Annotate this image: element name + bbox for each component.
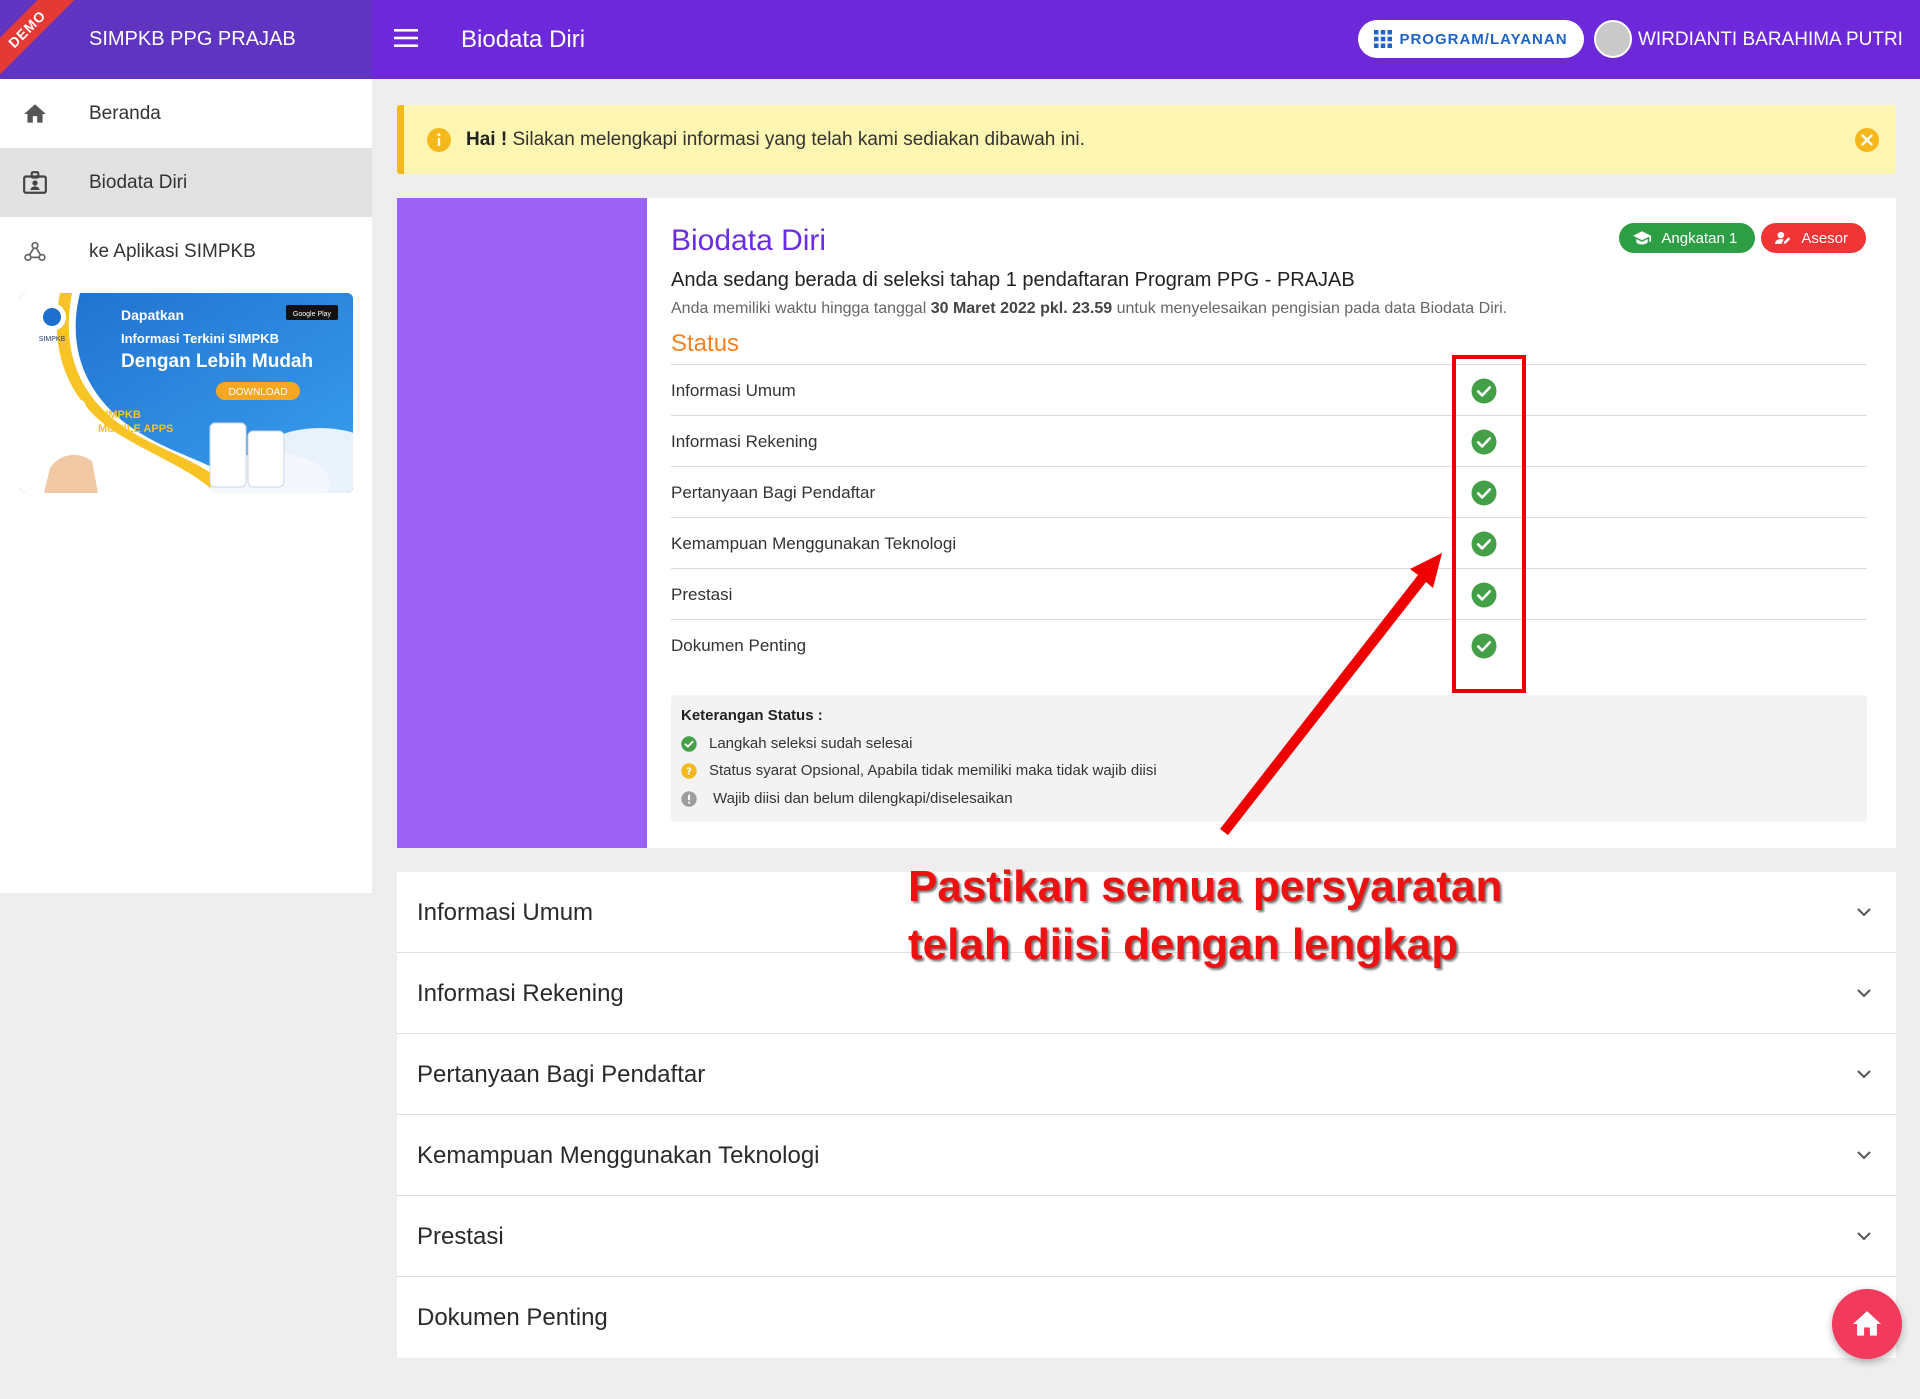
accordion-kemampuan-teknologi[interactable]: Kemampuan Menggunakan Teknologi	[397, 1115, 1896, 1196]
status-item-name: Informasi Umum	[671, 381, 796, 400]
brand-header: DEMO SIMPKB PPG PRAJAB	[0, 0, 372, 79]
accordion-label: Kemampuan Menggunakan Teknologi	[417, 1142, 820, 1169]
badge-group: Angkatan 1 Asesor	[1619, 223, 1866, 253]
accordion-label: Dokumen Penting	[417, 1304, 608, 1331]
status-heading: Status	[671, 330, 740, 357]
webhook-icon	[24, 241, 46, 262]
page-title: Biodata Diri	[461, 26, 586, 53]
annotation-line1: Pastikan semua persyaratan	[908, 862, 1503, 911]
angkatan-badge: Angkatan 1	[1619, 223, 1756, 253]
card-title: Biodata Diri	[671, 224, 827, 257]
check-circle-icon	[681, 735, 697, 752]
program-layanan-button[interactable]: PROGRAM/LAYANAN	[1358, 20, 1584, 58]
sidebar: DEMO SIMPKB PPG PRAJAB Beranda Biodata D…	[0, 0, 372, 893]
legend-title: Keterangan Status :	[681, 707, 823, 724]
asesor-label: Asesor	[1801, 229, 1848, 247]
accordion-prestasi[interactable]: Prestasi	[397, 1196, 1896, 1277]
id-badge-icon	[23, 171, 47, 194]
status-row-informasi-rekening: Informasi Rekening	[671, 416, 1867, 467]
alert-greeting: Hai !	[466, 129, 508, 150]
sidebar-item-label: Biodata Diri	[89, 171, 188, 193]
promo-line1: Dapatkan	[121, 307, 184, 323]
sidebar-item-aplikasi-simpkb[interactable]: ke Aplikasi SIMPKB	[0, 217, 372, 286]
asesor-badge: Asesor	[1761, 223, 1866, 253]
status-item-name: Prestasi	[671, 585, 733, 604]
annotation-caption: Pastikan semua persyaratan telah diisi d…	[908, 858, 1502, 974]
user-edit-icon	[1775, 231, 1791, 244]
deadline-suffix: untuk menyelesaikan pengisian pada data …	[1112, 300, 1508, 317]
promo-apps-line2: MOBILE APPS	[98, 423, 173, 435]
exclamation-circle-icon	[681, 790, 697, 807]
status-row-informasi-umum: Informasi Umum	[671, 365, 1867, 416]
promo-store-text: Google Play	[293, 311, 332, 318]
apps-grid-icon	[1374, 30, 1393, 48]
status-row-dokumen-penting: Dokumen Penting	[671, 620, 1867, 671]
legend-row-done: Langkah seleksi sudah selesai	[681, 735, 912, 752]
alert-body: Silakan melengkapi informasi yang telah …	[507, 129, 1085, 150]
promo-line3: Dengan Lebih Mudah	[121, 351, 313, 372]
deadline-text: Anda memiliki waktu hingga tanggal 30 Ma…	[671, 300, 1507, 318]
status-row-kemampuan-teknologi: Kemampuan Menggunakan Teknologi	[671, 518, 1867, 569]
legend-row-optional: ? Status syarat Opsional, Apabila tidak …	[681, 762, 1157, 779]
accordion-label: Informasi Rekening	[417, 980, 624, 1007]
hamburger-menu-icon[interactable]	[394, 28, 418, 48]
user-name[interactable]: WIRDIANTI BARAHIMA PUTRI	[1638, 0, 1903, 79]
info-icon	[427, 128, 451, 152]
sidebar-item-label: Beranda	[89, 102, 161, 124]
sidebar-item-label: ke Aplikasi SIMPKB	[89, 240, 256, 262]
question-circle-icon: ?	[681, 762, 697, 779]
legend-done-text: Langkah seleksi sudah selesai	[709, 735, 913, 752]
status-row-prestasi: Prestasi	[671, 569, 1867, 620]
chevron-down-icon	[1857, 1151, 1871, 1160]
annotation-highlight-box	[1452, 355, 1526, 693]
alert-message: Hai ! Silakan melengkapi informasi yang …	[466, 105, 1085, 174]
promo-logo-text: SIMPKB	[39, 336, 66, 343]
chevron-down-icon	[1857, 908, 1871, 917]
home-fab-button[interactable]	[1832, 1289, 1902, 1359]
graduation-cap-icon	[1633, 231, 1652, 245]
status-item-name: Informasi Rekening	[671, 432, 818, 451]
chevron-down-icon	[1857, 1070, 1871, 1079]
legend-row-required: Wajib diisi dan belum dilengkapi/diseles…	[681, 790, 1013, 807]
chevron-down-icon	[1857, 1232, 1871, 1241]
home-icon	[24, 104, 46, 123]
status-item-name: Dokumen Penting	[671, 636, 807, 655]
accordion-pertanyaan-bagi-pendaftar[interactable]: Pertanyaan Bagi Pendaftar	[397, 1034, 1896, 1115]
program-layanan-label: PROGRAM/LAYANAN	[1399, 30, 1568, 48]
accordion-label: Pertanyaan Bagi Pendaftar	[417, 1061, 706, 1088]
status-list: Informasi Umum Informasi Rekening Pertan…	[671, 364, 1867, 671]
angkatan-label: Angkatan 1	[1661, 229, 1738, 247]
top-app-bar: Biodata Diri PROGRAM/LAYANAN WIRDIANTI B…	[372, 0, 1920, 79]
accordion-label: Prestasi	[417, 1223, 504, 1250]
legend-required-text: Wajib diisi dan belum dilengkapi/diseles…	[713, 790, 1013, 807]
promo-illustration: SIMPKB Google Play Dapatkan Informasi Te…	[20, 293, 353, 493]
promo-apps-line1: SIMPKB	[98, 409, 141, 421]
status-item-name: Kemampuan Menggunakan Teknologi	[671, 534, 957, 553]
close-icon[interactable]	[1854, 127, 1880, 153]
card-subtitle: Anda sedang berada di seleksi tahap 1 pe…	[671, 269, 1355, 291]
promo-download-label: DOWNLOAD	[229, 387, 288, 398]
status-item-name: Pertanyaan Bagi Pendaftar	[671, 483, 876, 502]
chevron-down-icon	[1857, 989, 1871, 998]
annotation-line2: telah diisi dengan lengkap	[908, 920, 1459, 969]
status-legend: Keterangan Status : Langkah seleksi suda…	[671, 695, 1867, 822]
deadline-date: 30 Maret 2022 pkl. 23.59	[930, 300, 1113, 317]
sidebar-item-biodata-diri[interactable]: Biodata Diri	[0, 148, 372, 217]
deadline-prefix: Anda memiliki waktu hingga tanggal	[671, 300, 931, 317]
svg-text:?: ?	[686, 766, 692, 777]
biodata-status-card: Biodata Diri Angkatan 1 Asesor Anda seda…	[397, 198, 1896, 848]
demo-ribbon: DEMO	[0, 0, 83, 79]
accordion-dokumen-penting[interactable]: Dokumen Penting	[397, 1277, 1896, 1358]
user-avatar[interactable]	[1594, 20, 1632, 58]
info-alert: Hai ! Silakan melengkapi informasi yang …	[397, 105, 1896, 174]
accordion-label: Informasi Umum	[417, 899, 594, 926]
status-row-pertanyaan-bagi-pendaftar: Pertanyaan Bagi Pendaftar	[671, 467, 1867, 518]
promo-line2: Informasi Terkini SIMPKB	[121, 331, 279, 346]
brand-title[interactable]: SIMPKB PPG PRAJAB	[89, 0, 296, 79]
home-icon	[1853, 1311, 1881, 1336]
legend-optional-text: Status syarat Opsional, Apabila tidak me…	[709, 762, 1157, 779]
card-accent-panel	[397, 198, 647, 848]
promo-banner[interactable]: SIMPKB Google Play Dapatkan Informasi Te…	[20, 293, 353, 493]
sidebar-item-beranda[interactable]: Beranda	[0, 79, 372, 148]
